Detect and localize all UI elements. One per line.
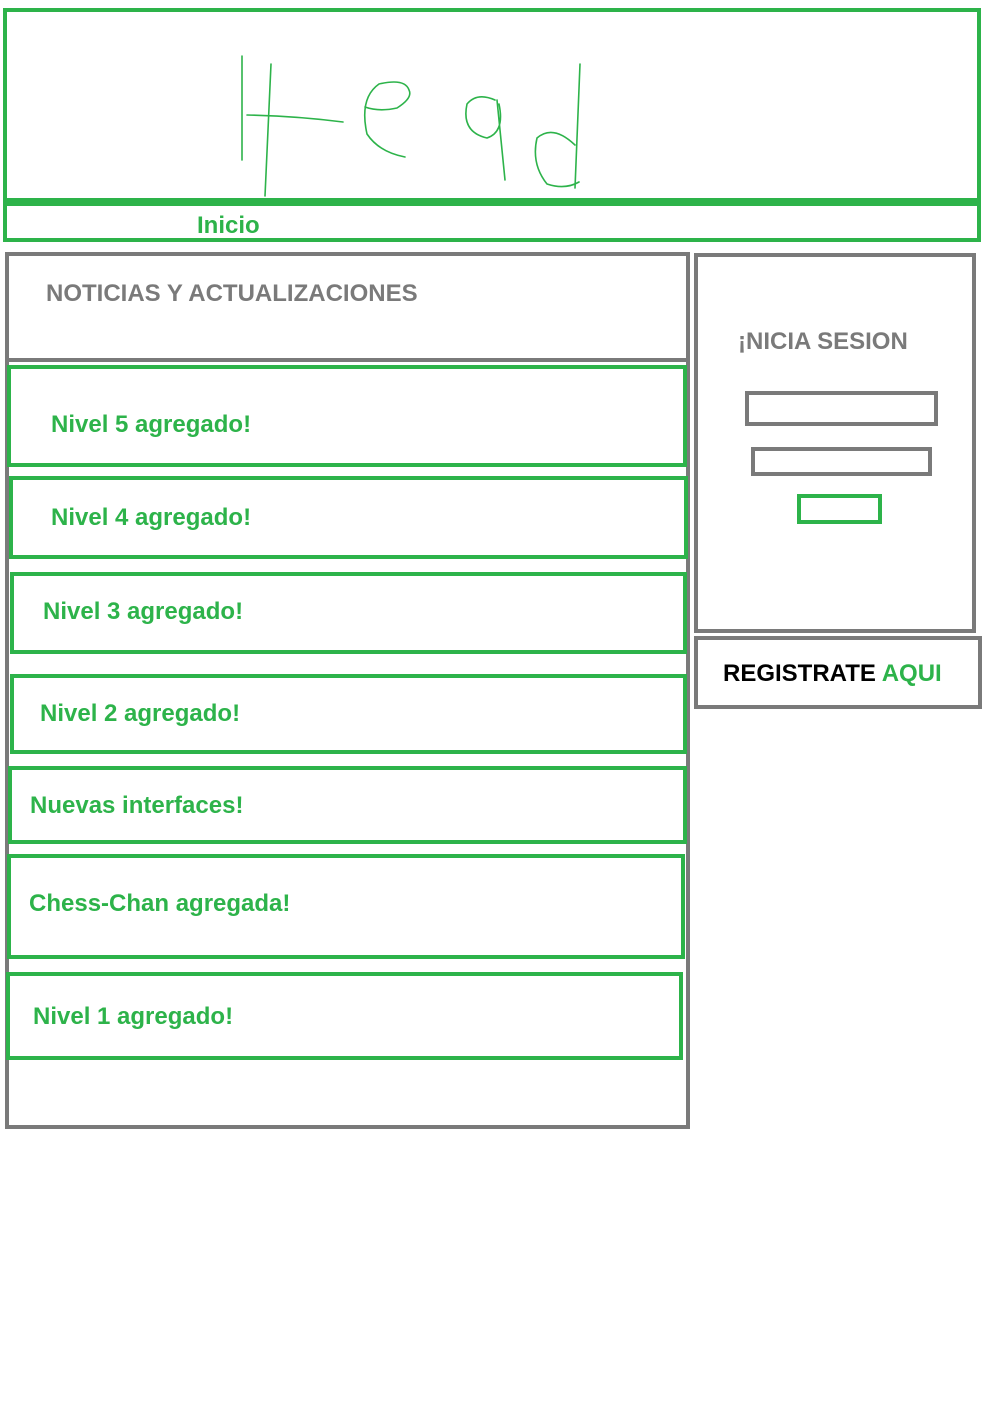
register-prefix: REGISTRATE xyxy=(723,660,876,687)
head-handwriting xyxy=(241,55,581,197)
register-link[interactable]: AQUI xyxy=(882,660,942,687)
news-item[interactable]: Chess-Chan agregada! xyxy=(7,854,685,959)
news-item[interactable]: Nivel 1 agregado! xyxy=(6,972,683,1060)
news-item-label: Nivel 5 agregado! xyxy=(51,411,252,438)
news-item-label: Chess-Chan agregada! xyxy=(29,890,291,917)
news-item-label: Nivel 2 agregado! xyxy=(40,700,241,727)
login-button[interactable] xyxy=(797,494,882,524)
news-item-label: Nuevas interfaces! xyxy=(30,792,244,819)
news-item[interactable]: Nivel 4 agregado! xyxy=(9,476,688,559)
header xyxy=(3,8,981,202)
nav-inicio-link[interactable]: Inicio xyxy=(197,212,260,240)
register-label: REGISTRATE AQUI xyxy=(723,660,942,688)
news-item-label: Nivel 4 agregado! xyxy=(51,504,252,531)
password-field[interactable] xyxy=(751,447,932,476)
news-item-label: Nivel 3 agregado! xyxy=(43,598,244,625)
login-title: ¡NICIA SESION xyxy=(738,328,908,355)
news-title: NOTICIAS Y ACTUALIZACIONES xyxy=(46,280,418,307)
news-item[interactable]: Nivel 3 agregado! xyxy=(10,572,687,654)
username-field[interactable] xyxy=(745,391,938,426)
news-item[interactable]: Nivel 5 agregado! xyxy=(7,365,687,467)
nav-bar: Inicio xyxy=(3,202,981,242)
login-panel xyxy=(694,253,976,633)
news-item-label: Nivel 1 agregado! xyxy=(33,1003,234,1030)
news-item[interactable]: Nuevas interfaces! xyxy=(8,766,687,844)
news-item[interactable]: Nivel 2 agregado! xyxy=(10,674,687,754)
